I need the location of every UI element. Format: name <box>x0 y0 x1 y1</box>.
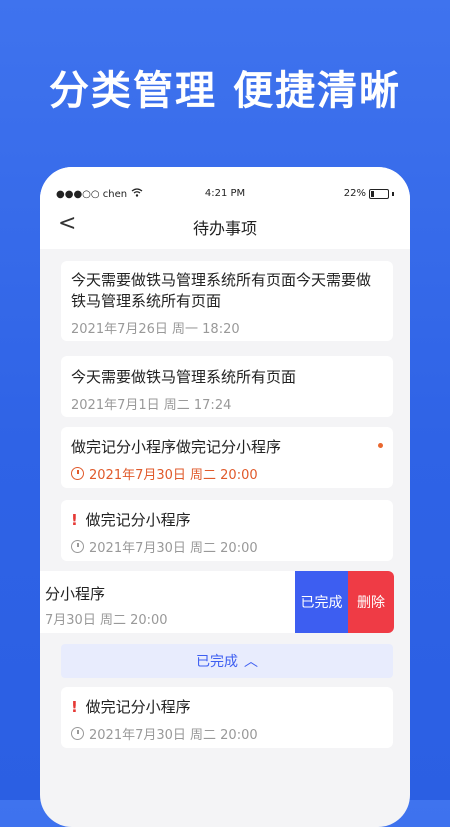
unread-dot <box>378 443 383 448</box>
promo-title: 分类管理 便捷清晰 <box>49 68 401 114</box>
nav-bar: < 待办事项 <box>40 199 410 249</box>
phone-frame: ●●●○○ chen 4:21 PM 22% < 待办事项 今天需要做铁马管理系… <box>40 167 410 827</box>
task-title: 分小程序 <box>45 585 106 603</box>
alarm-clock-icon <box>71 467 84 480</box>
task-title: 今天需要做铁马管理系统所有页面今天需要做铁马管理系统所有页面 <box>71 271 372 310</box>
page-title: 待办事项 <box>192 219 257 238</box>
swiped-task-row[interactable]: 分小程序 7月30日 周二 20:00 已完成 删除 <box>40 571 394 633</box>
task-card[interactable]: 今天需要做铁马管理系统所有页面 2021年7月1日 周二 17:24 <box>61 356 393 417</box>
task-date: 2021年7月30日 周二 20:00 <box>89 468 258 483</box>
completed-section-toggle[interactable]: 已完成 ︿ <box>61 644 393 678</box>
task-date: 2021年7月1日 周二 17:24 <box>71 398 232 413</box>
task-title: 做完记分小程序 <box>85 698 191 716</box>
completed-task-card[interactable]: ! 做完记分小程序 2021年7月30日 周二 20:00 <box>61 687 393 748</box>
chevron-up-icon: ︿ <box>244 654 258 670</box>
mark-complete-button[interactable]: 已完成 <box>295 571 348 633</box>
task-date: 7月30日 周二 20:00 <box>45 613 168 628</box>
status-bar: ●●●○○ chen 4:21 PM 22% <box>40 167 410 200</box>
battery-icon <box>369 188 389 199</box>
task-date: 2021年7月30日 周二 20:00 <box>89 541 258 556</box>
task-title: 今天需要做铁马管理系统所有页面 <box>71 368 297 386</box>
important-icon: ! <box>71 698 78 716</box>
task-title: 做完记分小程序 <box>85 511 191 529</box>
clock-icon <box>71 727 84 740</box>
task-date: 2021年7月26日 周一 18:20 <box>71 322 240 337</box>
task-card[interactable]: 做完记分小程序做完记分小程序 2021年7月30日 周二 20:00 <box>61 427 393 488</box>
battery-percent: 22% <box>343 188 366 199</box>
task-date: 2021年7月30日 周二 20:00 <box>89 728 258 743</box>
task-card[interactable]: 分小程序 7月30日 周二 20:00 <box>40 571 295 633</box>
clock-icon <box>71 540 84 553</box>
completed-label: 已完成 <box>196 654 238 670</box>
task-title: 做完记分小程序做完记分小程序 <box>71 438 282 456</box>
important-icon: ! <box>71 511 78 529</box>
task-card[interactable]: ! 做完记分小程序 2021年7月30日 周二 20:00 <box>61 500 393 561</box>
task-card[interactable]: 今天需要做铁马管理系统所有页面今天需要做铁马管理系统所有页面 2021年7月26… <box>61 261 393 341</box>
delete-button[interactable]: 删除 <box>348 571 394 633</box>
